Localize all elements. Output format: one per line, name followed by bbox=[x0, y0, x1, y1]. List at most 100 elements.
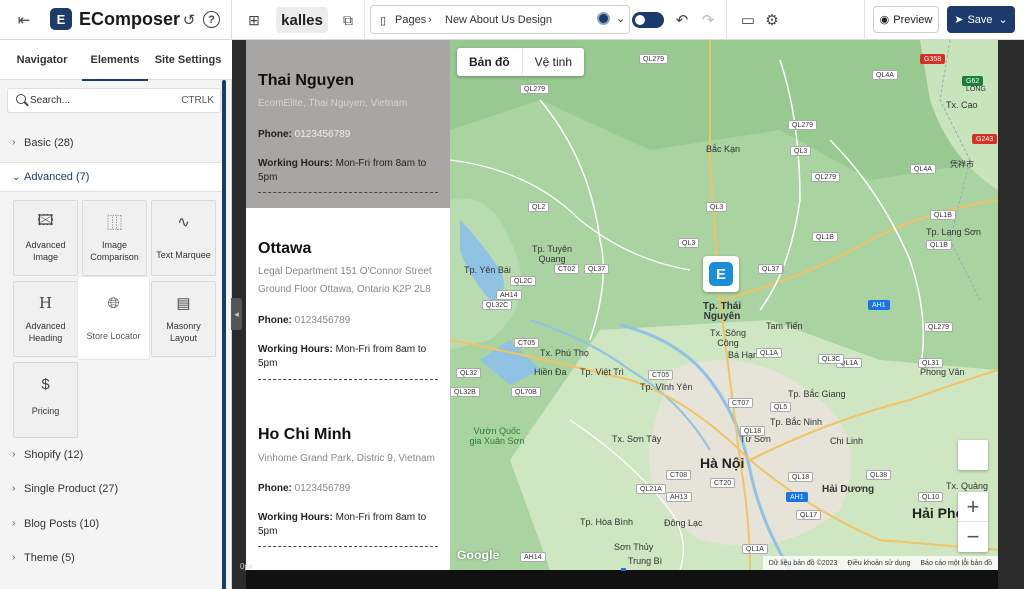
category-single-product[interactable]: › Single Product (27) bbox=[0, 474, 222, 504]
route-badge: G243 bbox=[972, 134, 998, 144]
category-shopify[interactable]: › Shopify (12) bbox=[0, 440, 222, 470]
terms-link[interactable]: Điều khoản sử dụng bbox=[847, 560, 910, 567]
page-selector[interactable]: ▯ Pages › New About Us Design ⌄ bbox=[370, 5, 630, 34]
desktop-icon[interactable]: ▭ bbox=[738, 10, 758, 30]
chevron-right-icon: › bbox=[12, 137, 16, 148]
map-tab-satellite[interactable]: Vệ tinh bbox=[523, 48, 584, 76]
city-label: Tp. Vĩnh Yên bbox=[640, 382, 693, 392]
zoom-out-button[interactable]: − bbox=[958, 522, 988, 552]
category-basic[interactable]: › Basic (28) bbox=[0, 128, 222, 158]
store-hours: Working Hours: Mon-Fri from 8am to 5pm bbox=[258, 344, 427, 369]
mode-toggle[interactable] bbox=[632, 12, 664, 28]
save-label: Save bbox=[967, 13, 993, 26]
route-badge: AH14 bbox=[520, 552, 546, 562]
route-badge: QL1A bbox=[742, 544, 768, 554]
store-phone: Phone: 0123456789 bbox=[258, 315, 351, 326]
city-label: Hải Phò bbox=[912, 505, 965, 521]
category-blog-posts[interactable]: › Blog Posts (10) bbox=[0, 509, 222, 539]
route-badge: QL32 bbox=[456, 368, 482, 378]
category-label: Shopify (12) bbox=[24, 449, 84, 461]
city-label: Tx. Sông Công bbox=[709, 328, 747, 348]
collapse-panel-icon[interactable]: ◂ bbox=[231, 298, 242, 330]
save-button[interactable]: ➤ Save ⌄ bbox=[947, 6, 1015, 33]
history-icon[interactable]: ↺ bbox=[180, 10, 198, 30]
divider bbox=[258, 546, 438, 547]
city-label: Hiền Đa bbox=[534, 367, 567, 377]
search-shortcut: CTRLK bbox=[181, 95, 214, 106]
preview-button[interactable]: ◉ Preview bbox=[873, 6, 939, 33]
route-badge: QL38 bbox=[866, 470, 892, 480]
store-card-ho-chi-minh[interactable]: Ho Chi Minh Vinhome Grand Park, Distric … bbox=[246, 394, 450, 570]
tab-navigator[interactable]: Navigator bbox=[8, 40, 76, 80]
zoom-in-button[interactable]: + bbox=[958, 492, 988, 522]
route-badge: QL5 bbox=[770, 402, 792, 412]
fullscreen-button[interactable] bbox=[958, 440, 988, 470]
canvas-bottom-bar bbox=[246, 570, 998, 589]
route-badge: CT08 bbox=[666, 470, 692, 480]
route-badge: QL3 bbox=[678, 238, 700, 248]
search-box[interactable]: Search... CTRLK bbox=[7, 88, 221, 113]
element-image-comparison[interactable]: ⿲ Image Comparison bbox=[82, 200, 147, 276]
city-label: Tp. Việt Trì bbox=[580, 367, 624, 377]
element-advanced-heading[interactable]: H Advanced Heading bbox=[13, 281, 78, 357]
element-store-locator[interactable]: 🌐︎ Store Locator bbox=[78, 277, 149, 359]
theme-logo[interactable]: kalles bbox=[276, 7, 328, 33]
category-theme[interactable]: › Theme (5) bbox=[0, 543, 222, 573]
category-label: Basic (28) bbox=[24, 137, 74, 149]
canvas-scrollbar[interactable] bbox=[1015, 40, 1024, 589]
google-map[interactable]: Bản đồ Vệ tinh E Tp. Thái Nguyên Hà Nội … bbox=[450, 40, 998, 570]
element-text-marquee[interactable]: ∿ Text Marquee bbox=[151, 200, 216, 276]
tab-elements[interactable]: Elements bbox=[82, 40, 148, 81]
route-badge: QL21A bbox=[636, 484, 666, 494]
route-badge: QL70B bbox=[511, 387, 541, 397]
element-label: Advanced Heading bbox=[25, 321, 66, 343]
zoom-control: + − bbox=[958, 492, 988, 552]
route-badge: QL279 bbox=[924, 322, 954, 332]
category-label: Theme (5) bbox=[24, 552, 75, 564]
dollar-icon: $ bbox=[41, 375, 50, 393]
route-badge: QL1A bbox=[756, 348, 782, 358]
element-advanced-image[interactable]: 🖾 Advanced Image bbox=[13, 200, 78, 276]
store-marker[interactable]: E bbox=[703, 256, 739, 292]
redo-icon[interactable]: ↷ bbox=[698, 10, 718, 30]
map-tab-map[interactable]: Bản đồ bbox=[457, 48, 523, 76]
route-badge: QL32C bbox=[482, 300, 513, 310]
route-badge: QL4A bbox=[910, 164, 936, 174]
preview-label: Preview bbox=[893, 13, 933, 26]
category-advanced[interactable]: ⌄ Advanced (7) bbox=[0, 162, 222, 192]
search-input[interactable]: Search... bbox=[30, 95, 70, 106]
grid-icon[interactable]: ⊞ bbox=[244, 10, 264, 30]
chevron-down-icon: ⌄ bbox=[12, 172, 21, 183]
gear-icon[interactable]: ⚙ bbox=[762, 10, 782, 30]
city-label: Tp. Lạng Sơn bbox=[926, 227, 981, 237]
send-icon: ➤ bbox=[954, 14, 964, 26]
elements-grid: 🖾 Advanced Image ⿲ Image Comparison ∿ Te… bbox=[7, 198, 222, 438]
layers-icon[interactable]: ⧉ bbox=[338, 10, 358, 30]
chevron-down-icon: ⌄ bbox=[616, 13, 626, 25]
compare-icon: ⿲ bbox=[106, 214, 122, 232]
tab-site-settings[interactable]: Site Settings bbox=[154, 40, 222, 80]
panel-scrollbar[interactable] bbox=[222, 80, 226, 589]
brand-area: ⇤ E EComposer ↺ ? bbox=[0, 0, 232, 40]
wave-icon: ∿ bbox=[177, 214, 190, 231]
exit-icon[interactable]: ⇤ bbox=[14, 10, 34, 30]
top-toolbar: ⇤ E EComposer ↺ ? ⊞ kalles ⧉ ▯ Pages › N… bbox=[0, 0, 1024, 40]
store-card-ottawa[interactable]: Ottawa Legal Department 151 O'Connor Str… bbox=[246, 208, 450, 394]
store-card-thai-nguyen[interactable]: Thai Nguyen EcomElite, Thai Nguyen, Viet… bbox=[246, 40, 450, 208]
route-badge: QL1B bbox=[812, 232, 838, 242]
element-masonry-layout[interactable]: ▤ Masonry Layout bbox=[151, 281, 216, 357]
route-badge: CT07 bbox=[728, 398, 754, 408]
route-badge: QL1B bbox=[930, 210, 956, 220]
city-label: Tx. Sơn Tây bbox=[612, 434, 662, 444]
help-icon[interactable]: ? bbox=[203, 11, 220, 28]
undo-icon[interactable]: ↶ bbox=[672, 10, 692, 30]
city-label: Tp. Hòa Bình bbox=[580, 517, 634, 527]
city-label: 凭祥市 bbox=[950, 160, 974, 169]
chevron-right-icon: › bbox=[12, 483, 16, 494]
element-pricing[interactable]: $ Pricing bbox=[13, 362, 78, 438]
report-link[interactable]: Báo cáo một lỗi bản đồ bbox=[920, 560, 992, 567]
city-label: Tp. Yên Bái bbox=[464, 265, 511, 275]
route-badge: QL1B bbox=[926, 240, 952, 250]
search-icon bbox=[16, 94, 26, 104]
store-name: Ottawa bbox=[258, 240, 312, 257]
